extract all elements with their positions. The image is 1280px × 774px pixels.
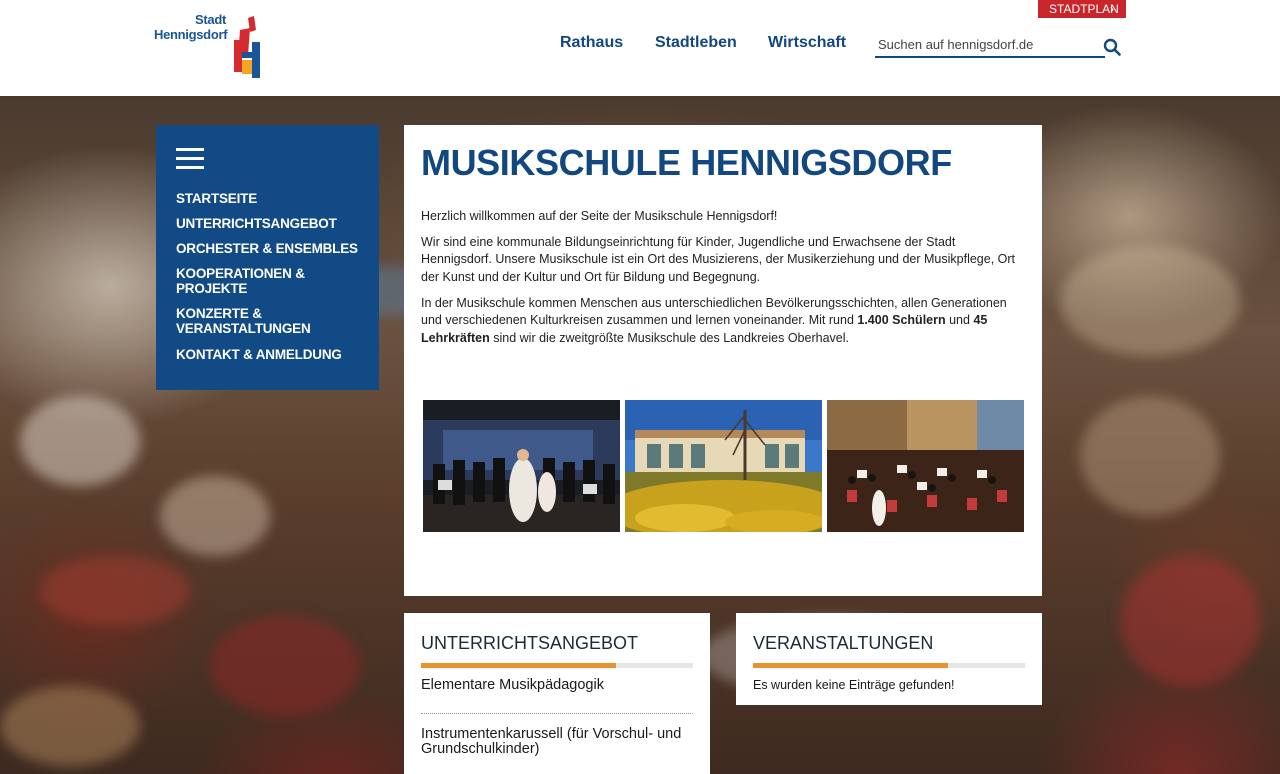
- menu-item-startseite[interactable]: STARTSEITE: [176, 191, 366, 206]
- logo-text: Stadt Hennigsdorf: [154, 12, 228, 42]
- logo-line1: Stadt: [194, 12, 226, 27]
- search-box: [875, 34, 1105, 58]
- menu-item-kooperationen-projekte[interactable]: KOOPERATIONEN & PROJEKTE: [176, 266, 326, 296]
- no-entries-message: Es wurden keine Einträge gefunden!: [753, 678, 955, 692]
- about-text: In der Musikschule kommen Menschen aus u…: [421, 295, 1027, 347]
- course-link-elementare-musikpaedagogik[interactable]: Elementare Musikpädagogik: [421, 678, 696, 693]
- gallery-photo-orchestra[interactable]: [827, 400, 1024, 532]
- site-logo[interactable]: Stadt Hennigsdorf: [154, 12, 266, 84]
- stadtplan-button[interactable]: STADTPLAN ›: [1038, 0, 1126, 18]
- gallery-photo-stage[interactable]: [423, 400, 620, 532]
- photo-orchestra-image: [827, 400, 1024, 532]
- search-input[interactable]: [875, 34, 1100, 52]
- stadtplan-label: STADTPLAN: [1049, 2, 1119, 16]
- course-link-instrumentenkarussell[interactable]: Instrumentenkarussell (für Vorschul- und…: [421, 727, 696, 757]
- courses-box-title: UNTERRICHTSANGEBOT: [421, 633, 639, 653]
- nav-stadtleben[interactable]: Stadtleben: [655, 34, 737, 52]
- search-icon[interactable]: [1103, 38, 1121, 56]
- intro-text: Wir sind eine kommunale Bildungseinricht…: [421, 235, 1016, 284]
- section-menu: STARTSEITE UNTERRICHTSANGEBOT ORCHESTER …: [156, 125, 379, 390]
- logo-line2: Hennigsdorf: [154, 27, 228, 42]
- divider: [421, 713, 693, 714]
- about-text-part2: sind wir die zweitgrößte Musikschule des…: [489, 330, 849, 345]
- welcome-text: Herzlich willkommen auf der Seite der Mu…: [421, 209, 778, 223]
- logo-emblem-icon: [234, 16, 260, 78]
- events-box: VERANSTALTUNGEN Es wurden keine Einträge…: [736, 613, 1042, 705]
- nav-wirtschaft[interactable]: Wirtschaft: [768, 34, 846, 52]
- menu-item-konzerte-veranstaltungen[interactable]: KONZERTE & VERANSTALTUNGEN: [176, 306, 326, 336]
- page-title: MUSIKSCHULE HENNIGSDORF: [421, 142, 952, 183]
- chevron-right-icon: ›: [1110, 2, 1114, 16]
- nav-rathaus[interactable]: Rathaus: [560, 34, 623, 52]
- menu-item-unterrichtsangebot[interactable]: UNTERRICHTSANGEBOT: [176, 216, 366, 231]
- title-underline: [753, 663, 1025, 668]
- about-text-and: und: [945, 313, 974, 328]
- menu-item-kontakt-anmeldung[interactable]: KONTAKT & ANMELDUNG: [176, 347, 366, 362]
- photo-stage-image: [423, 400, 620, 532]
- events-box-title: VERANSTALTUNGEN: [753, 633, 934, 653]
- photo-building-image: [625, 400, 822, 532]
- menu-item-orchester-ensembles[interactable]: ORCHESTER & ENSEMBLES: [176, 241, 366, 256]
- hamburger-menu-icon[interactable]: [176, 148, 204, 170]
- site-header: Stadt Hennigsdorf STADTPLAN › Rathaus St…: [0, 0, 1280, 96]
- courses-box: UNTERRICHTSANGEBOT Elementare Musikpädag…: [404, 613, 710, 774]
- students-count: 1.400 Schülern: [857, 313, 946, 328]
- main-content: MUSIKSCHULE HENNIGSDORF Herzlich willkom…: [404, 125, 1042, 596]
- gallery-photo-building[interactable]: [625, 400, 822, 532]
- title-underline: [421, 663, 693, 668]
